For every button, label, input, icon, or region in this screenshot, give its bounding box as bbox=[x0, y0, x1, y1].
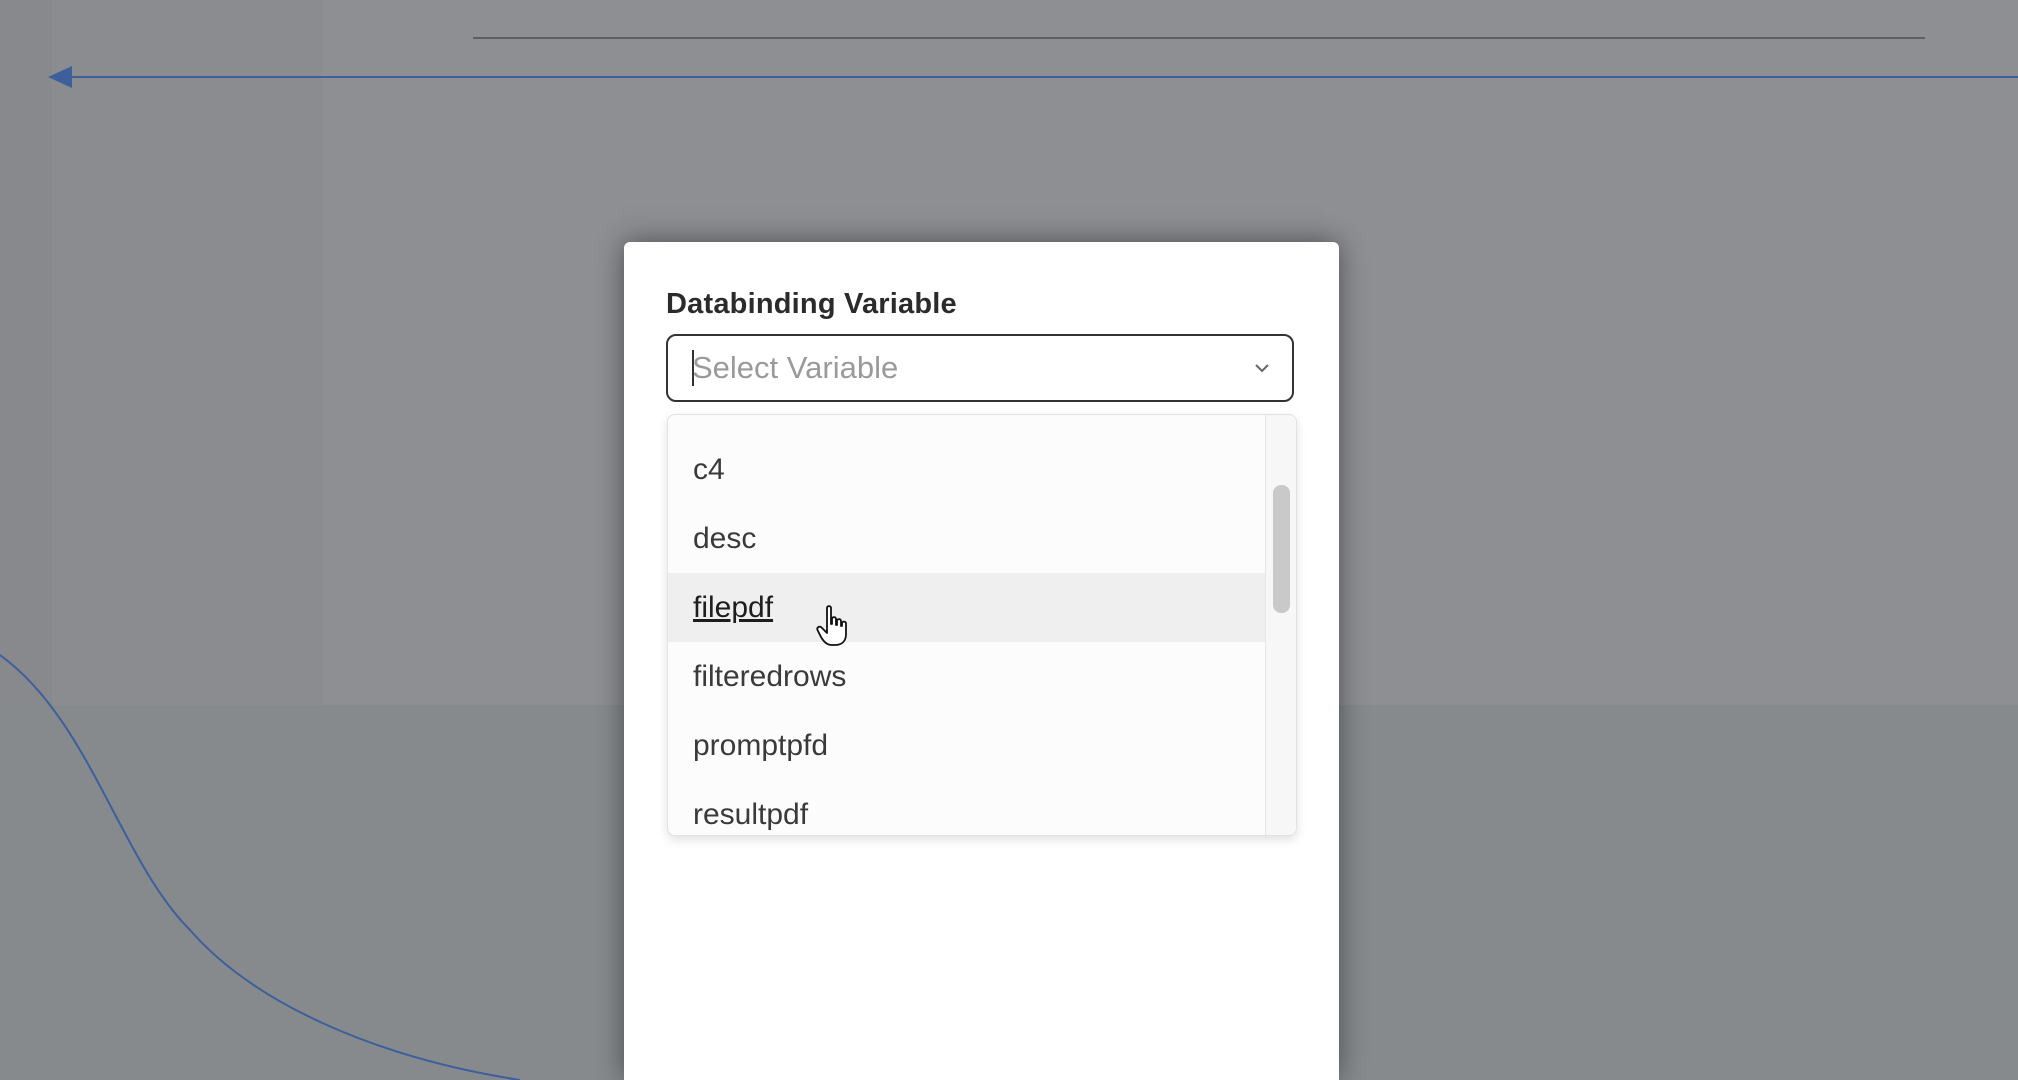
connector-curve bbox=[0, 654, 521, 1080]
option-list: c4 desc filepdf filteredrows promptpfd r… bbox=[668, 415, 1266, 835]
option-item[interactable]: filteredrows bbox=[668, 642, 1266, 711]
scrollbar-track[interactable] bbox=[1265, 415, 1296, 835]
databinding-dialog: Databinding Variable c4 desc filepdf fil… bbox=[624, 242, 1339, 1080]
variable-select-input[interactable] bbox=[692, 348, 1232, 388]
chevron-down-icon[interactable] bbox=[1254, 360, 1270, 376]
variable-select[interactable] bbox=[666, 334, 1294, 402]
canvas-backdrop: Databinding Variable c4 desc filepdf fil… bbox=[0, 0, 2018, 1080]
option-item[interactable]: resultpdf bbox=[668, 780, 1266, 835]
option-item[interactable]: c4 bbox=[668, 435, 1266, 504]
arrow-left-icon[interactable] bbox=[48, 66, 72, 88]
option-item[interactable]: desc bbox=[668, 504, 1266, 573]
field-label: Databinding Variable bbox=[666, 288, 957, 320]
scrollbar-thumb[interactable] bbox=[1273, 485, 1290, 613]
hand-pointer-icon bbox=[816, 605, 847, 646]
option-item[interactable]: promptpfd bbox=[668, 711, 1266, 780]
text-caret bbox=[692, 350, 694, 386]
variable-dropdown: c4 desc filepdf filteredrows promptpfd r… bbox=[667, 414, 1297, 836]
option-item-hovered[interactable]: filepdf bbox=[668, 573, 1266, 642]
